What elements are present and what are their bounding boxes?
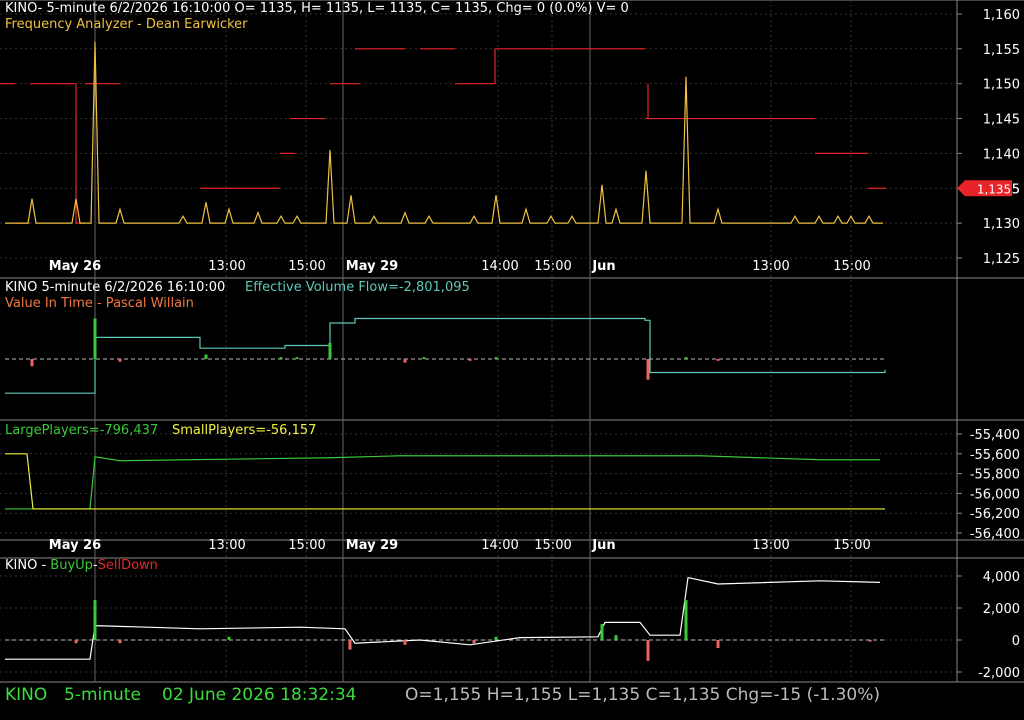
histogram-bar (328, 342, 332, 359)
y-axis-tick-label: 1,145 (983, 113, 1020, 128)
x-axis-label: 13:00 (208, 259, 245, 274)
histogram-bar (494, 636, 498, 640)
histogram-bar (600, 624, 604, 640)
histogram-bar (646, 359, 650, 380)
x-axis-label: May 29 (346, 538, 398, 553)
histogram-bar (30, 359, 34, 367)
buyup-selldown-line (5, 576, 881, 660)
y-axis-tick-label: 1,140 (983, 147, 1020, 162)
x-axis-label: 15:00 (833, 538, 870, 553)
histogram-bar (614, 635, 618, 640)
x-axis-label: 14:00 (481, 259, 518, 274)
histogram-bar (279, 357, 283, 359)
x-axis-label: Jun (591, 259, 615, 274)
status-symbol: KINO (5, 685, 48, 705)
histogram-bar (348, 640, 352, 650)
y-axis-tick-label: -56,400 (970, 527, 1020, 542)
histogram-bar (716, 640, 720, 648)
x-axis-label: 13:00 (752, 259, 789, 274)
histogram-bar (295, 357, 299, 359)
y-axis-tick-label: 1,130 (983, 217, 1020, 232)
last-price-badge-suffix: 5 (1012, 182, 1020, 197)
y-axis-tick-label: -2,000 (978, 666, 1020, 681)
histogram-bar (93, 600, 97, 640)
histogram-bar (403, 359, 407, 363)
y-axis-tick-label: 1,125 (983, 252, 1020, 267)
histogram-bar (868, 640, 872, 642)
large-players-label: LargePlayers=-796,437 (5, 423, 159, 438)
histogram-bar (227, 636, 231, 640)
histogram-bar (118, 359, 122, 362)
histogram-bar (204, 354, 208, 359)
histogram-bar (646, 640, 650, 661)
histogram-bar (468, 359, 472, 361)
chart-canvas: May 26 13:00 15:00 May 29 14:00 15:00 Jun 13:00… (0, 0, 1024, 683)
selldown-label: SellDown (97, 558, 158, 573)
x-axis-label: 15:00 (534, 259, 571, 274)
y-axis-tick-label: 2,000 (983, 602, 1020, 617)
histogram-bar (118, 640, 122, 644)
small-players-label: SmallPlayers=-56,157 (172, 423, 317, 438)
indicator-title-value-in-time: Value In Time - Pascal Willain (5, 296, 194, 311)
panel4-header: KINO - BuyUp-SellDown (5, 558, 158, 574)
x-axis-label: Jun (591, 538, 615, 553)
status-ohlc: O=1,155 H=1,155 L=1,135 C=1,135 Chg=-15 … (405, 685, 881, 705)
y-axis-tick-label: 4,000 (983, 570, 1020, 585)
x-axis-label: May 26 (49, 538, 101, 553)
y-axis-tick-label: 0 (1012, 634, 1020, 649)
x-axis-label: 15:00 (288, 259, 325, 274)
effective-volume-flow-label: Effective Volume Flow=-2,801,095 (245, 280, 470, 295)
y-axis-tick-label: -55,600 (970, 448, 1020, 463)
y-axis-tick-label: -56,200 (970, 507, 1020, 522)
histogram-bar (403, 640, 407, 645)
histogram-bar (494, 357, 498, 359)
large-players-line (5, 455, 880, 510)
indicator-title-frequency-analyzer: Frequency Analyzer - Dean Earwicker (5, 17, 248, 32)
histogram-bar (684, 600, 688, 640)
buyup-label: BuyUp (50, 558, 93, 573)
x-axis-label: 13:00 (208, 538, 245, 553)
histogram-bar (93, 318, 97, 359)
histogram-bar (684, 357, 688, 359)
last-price-badge-label: 1,135 (977, 182, 1011, 196)
x-axis-label: May 29 (346, 259, 398, 274)
x-axis-label: 15:00 (534, 538, 571, 553)
y-axis-tick-label: -55,800 (970, 468, 1020, 483)
x-axis-label: 15:00 (288, 538, 325, 553)
y-axis-tick-label: -56,000 (970, 487, 1020, 502)
histogram-bar (74, 640, 78, 644)
panel4-ticker: KINO - (5, 558, 51, 573)
x-axis-label: 15:00 (833, 259, 870, 274)
histogram-bar (422, 357, 426, 359)
panel1-header: KINO- 5-minute 6/2/2026 16:10:00 O= 1135… (5, 1, 629, 16)
effective-volume-flow-line (5, 317, 886, 394)
y-axis-tick-label: 1,160 (983, 8, 1020, 23)
x-axis-label: 14:00 (481, 538, 518, 553)
x-axis-label: May 26 (49, 259, 101, 274)
panel2-header: KINO 5-minute 6/2/2026 16:10:00 (5, 280, 226, 295)
small-players-line (5, 453, 885, 510)
histogram-bar (716, 359, 720, 361)
status-datetime: 02 June 2026 18:32:34 (162, 685, 357, 705)
x-axis-label: 13:00 (752, 538, 789, 553)
y-axis-tick-label: 1,150 (983, 78, 1020, 93)
status-interval: 5-minute (64, 685, 141, 705)
y-axis-tick-label: -55,400 (970, 428, 1020, 443)
histogram-bar (472, 640, 476, 644)
frequency-analyzer-line (5, 41, 883, 224)
y-axis-tick-label: 1,155 (983, 43, 1020, 58)
